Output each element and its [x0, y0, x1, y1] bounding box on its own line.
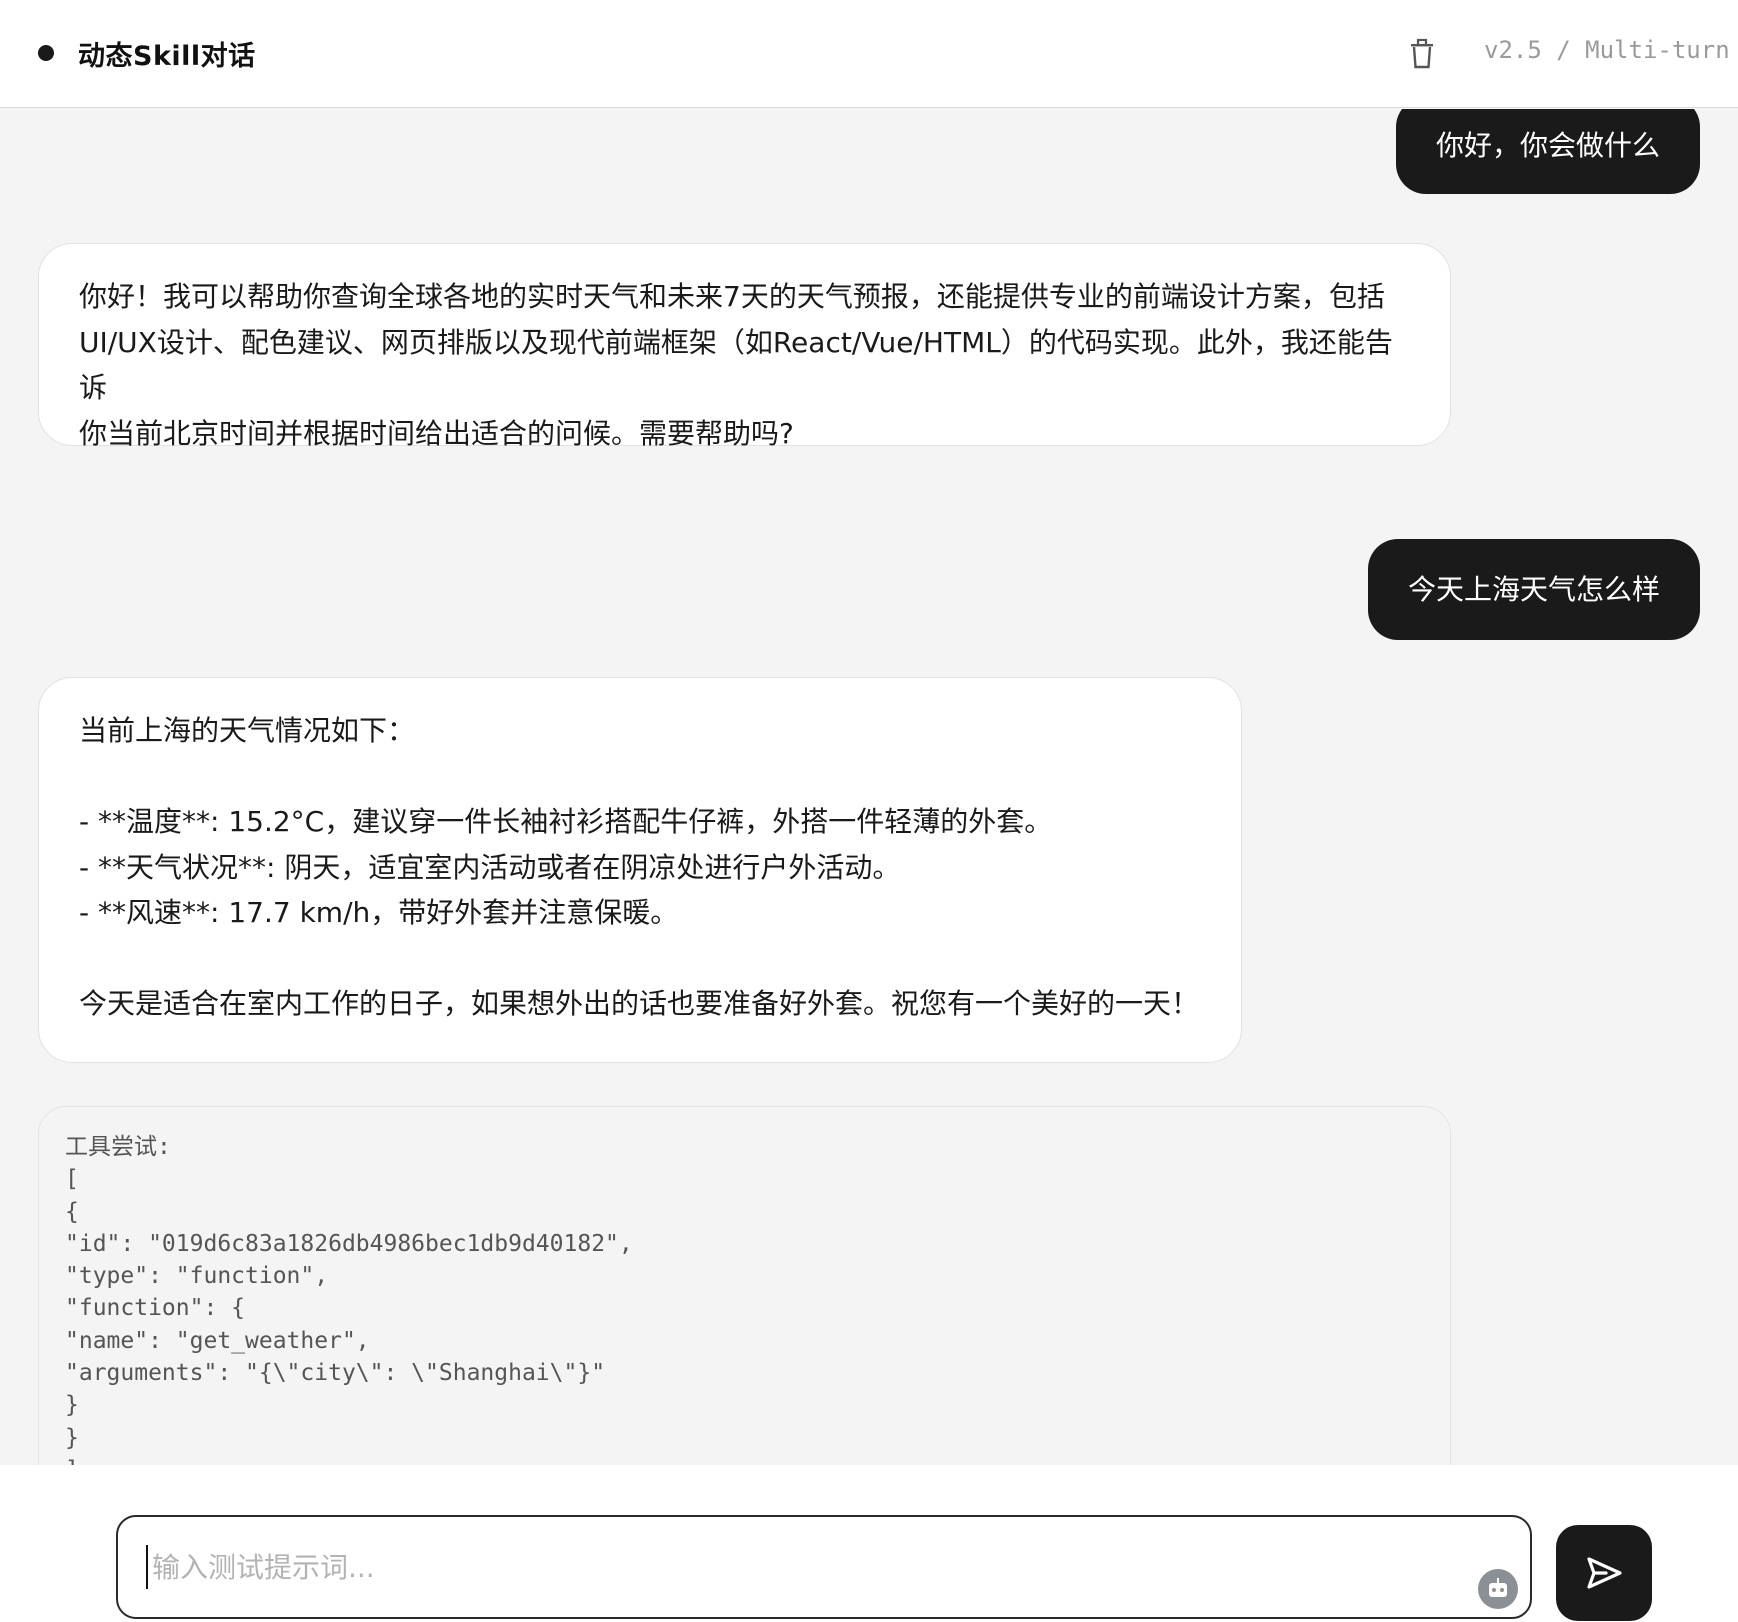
chat-area[interactable]: 你好，你会做什么 你好！我可以帮助你查询全球各地的实时天气和未来7天的天气预报，… — [0, 109, 1738, 1465]
prompt-input[interactable] — [146, 1545, 1452, 1589]
assistant-message: 你好！我可以帮助你查询全球各地的实时天气和未来7天的天气预报，还能提供专业的前端… — [38, 243, 1451, 450]
user-message: 你好，你会做什么 — [1395, 109, 1700, 194]
status-dot — [38, 45, 54, 61]
robot-icon[interactable] — [1478, 1569, 1518, 1609]
assistant-message: 当前上海的天气情况如下： - **温度**: 15.2°C，建议穿一件长袖衬衫搭… — [38, 677, 1242, 1063]
page-title: 动态Skill对话 — [78, 41, 256, 72]
send-icon — [1587, 1557, 1622, 1589]
send-button[interactable] — [1556, 1525, 1652, 1621]
top-bar: 动态Skill对话 v2.5 / Multi-turn — [0, 0, 1738, 108]
user-message: 今天上海天气怎么样 — [1367, 539, 1700, 640]
tool-attempt-log: 工具尝试: [ { "id": "019d6c83a1826db4986bec1… — [38, 1106, 1451, 1465]
version-label: v2.5 / Multi-turn — [1484, 36, 1730, 64]
composer-field[interactable] — [116, 1515, 1532, 1619]
composer-bar — [0, 1465, 1738, 1622]
trash-icon[interactable] — [1408, 38, 1436, 70]
